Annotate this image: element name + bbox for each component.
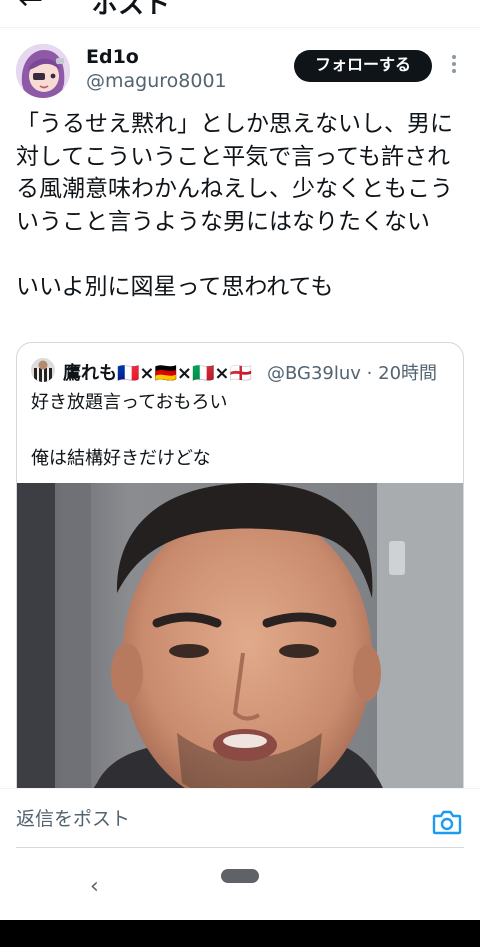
reply-input[interactable] xyxy=(16,797,376,841)
back-arrow-icon[interactable]: ← xyxy=(18,0,43,17)
post-author: Ed1o @maguro8001 フォローする xyxy=(16,44,464,100)
author-handle[interactable]: @maguro8001 xyxy=(86,70,227,92)
quoted-avatar[interactable] xyxy=(31,358,55,382)
reply-composer xyxy=(0,788,480,850)
quoted-post[interactable]: 鷹れも🇫🇷×🇩🇪×🇮🇹×🏴󠁧󠁢󠁥󠁮󠁧󠁿 @BG39luv · 20時間 好き放題… xyxy=(16,342,464,812)
screen-bottom-edge xyxy=(0,920,480,947)
camera-icon[interactable] xyxy=(432,809,462,835)
quoted-post-video[interactable] xyxy=(17,483,463,811)
page-title: ポスト xyxy=(92,0,171,20)
follow-button[interactable]: フォローする xyxy=(294,50,432,82)
more-options-icon[interactable] xyxy=(444,52,464,80)
top-app-bar: ← ポスト xyxy=(0,0,480,28)
system-navigation-bar: ‹ xyxy=(0,850,480,920)
quoted-post-text: 好き放題言っておもろい 俺は結構好きだけどな xyxy=(31,392,228,469)
quoted-author-name[interactable]: 鷹れも🇫🇷×🇩🇪×🇮🇹×🏴󠁧󠁢󠁥󠁮󠁧󠁿 xyxy=(63,359,252,383)
post-text: 「うるせえ黙れ」としか思えないし、男に対してこういうこと平気で言っても許される風… xyxy=(16,111,453,300)
quoted-author-handle[interactable]: @BG39luv · 20時間 xyxy=(267,359,437,383)
avatar[interactable] xyxy=(16,44,70,98)
quoted-post-header: 鷹れも🇫🇷×🇩🇪×🇮🇹×🏴󠁧󠁢󠁥󠁮󠁧󠁿 @BG39luv · 20時間 xyxy=(31,357,451,383)
divider xyxy=(16,847,464,848)
home-gesture-pill[interactable] xyxy=(221,869,259,883)
author-name[interactable]: Ed1o xyxy=(86,46,139,68)
system-back-icon[interactable]: ‹ xyxy=(90,874,99,899)
